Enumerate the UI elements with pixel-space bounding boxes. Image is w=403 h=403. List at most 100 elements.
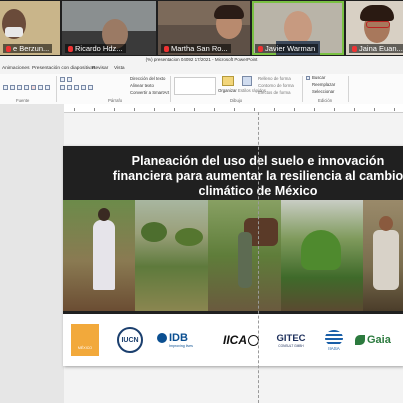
ribbon-toolbar: Fuente Dirección del texto Alinear texto… [0,74,403,105]
font-color-icon[interactable] [31,85,36,90]
underline-icon[interactable] [17,85,22,90]
shape-outline-button[interactable]: Contorno de forma [258,83,294,88]
window-title-bar: (%) presentacion 04092 17/2021 - Microso… [0,56,403,64]
tab-slideshow[interactable]: Presentación con diapositivas [32,66,95,71]
horizontal-ruler [64,104,403,113]
logo-gitec: GITEC CONSULT GMBH [271,324,311,356]
tab-view[interactable]: Vista [114,66,125,71]
group-drawing-label: Dibujo [230,98,243,103]
find-button[interactable]: Buscar [312,75,325,80]
participant-tile-3[interactable]: Martha San Ro... [158,1,250,55]
logo-gaia-text: Gaia [367,334,391,346]
select-button[interactable]: Seleccionar [312,89,334,94]
photo-woman-field[interactable] [63,200,135,311]
mic-muted-icon [352,46,357,53]
face-mask [5,27,23,37]
logo-idb: IDB Improving lives [157,324,209,356]
shape-fill-button[interactable]: Relleno de forma [258,76,291,81]
align-text-button[interactable]: Alinear texto [130,83,154,88]
group-paragraph-label: Párrafo [108,98,123,103]
tree-shape [141,222,167,242]
participant-name: Ricardo Hdz... [65,44,126,53]
align-left-icon[interactable] [60,85,65,90]
quick-styles-icon[interactable] [242,76,252,86]
replace-button[interactable]: Reemplazar [312,82,335,87]
ribbon-separator [348,76,349,102]
align-center-icon[interactable] [67,85,72,90]
shadow-icon[interactable] [45,85,50,90]
hair-shape [214,5,244,19]
italic-icon[interactable] [10,85,15,90]
participant-name: Javier Warman [255,44,319,53]
columns-icon[interactable] [88,85,93,90]
font-size-icon[interactable] [38,85,43,90]
logo-idb-tagline: Improving lives [169,344,193,348]
iiasa-mark-icon [325,329,343,346]
ribbon-separator [56,76,57,102]
find-icon[interactable] [306,76,310,80]
tab-review[interactable]: Revisar [92,66,108,71]
smartart-button[interactable]: Convertir a SmartArt [130,90,169,95]
logo-iica: IICA [219,324,263,356]
bold-icon[interactable] [3,85,8,90]
logo-iucn: IUCN [116,324,144,356]
shape-effects-button[interactable]: Efectos de forma [258,90,290,95]
logo-gitec-text: GITEC [276,332,306,344]
mic-muted-icon [258,46,263,53]
arrange-icon[interactable] [222,76,234,86]
photo-farmer[interactable] [363,200,403,311]
idb-mark-icon [157,333,167,343]
text-direction-button[interactable]: Dirección del texto [130,76,165,81]
justify-icon[interactable] [81,85,86,90]
tree-shape [175,228,203,246]
ribbon-separator [302,76,303,102]
logo-idb-text: IDB [169,332,188,344]
partner-logos-bar: MÉXICO IUCN IDB Improving lives IICA GIT… [63,314,403,366]
group-font-label: Fuente [16,98,30,103]
person-head [98,208,110,221]
participant-name: Jaina Euan... [349,44,403,53]
group-editing-label: Edición [318,98,333,103]
logo-gaia: Gaia [355,324,401,356]
participant-name: Martha San Ro... [161,44,231,53]
person-figure [238,232,252,288]
window-title: (%) presentacion 04092 17/2021 - Microso… [145,57,258,62]
logo-mexico-text: MÉXICO [77,346,93,350]
hair-shape [360,5,394,21]
ribbon-separator [170,76,171,102]
participant-tile-2[interactable]: Ricardo Hdz... [62,1,156,55]
slide-canvas[interactable]: Planeación del uso del suelo e innovació… [63,146,403,366]
arrange-button[interactable]: Organizar [218,88,237,93]
logo-iiasa: IIASA [321,324,347,356]
strikethrough-icon[interactable] [24,85,29,90]
numbering-icon[interactable] [67,77,72,82]
participant-name: e Berzun... [3,44,53,53]
tab-animations[interactable]: Animaciones [2,66,29,71]
mic-muted-icon [164,46,169,53]
slide-thumbnail-pane[interactable] [0,104,64,403]
participant-tile-1[interactable]: e Berzun... [0,1,60,55]
photo-forest[interactable] [281,200,363,311]
gaia-leaf-icon [355,335,365,345]
person-figure [93,220,115,290]
logo-mexico-government: MÉXICO [71,324,99,356]
participant-tile-5[interactable]: Jaina Euan... [346,1,403,55]
logo-iiasa-text: IIASA [328,345,340,351]
photo-shrubland[interactable] [135,200,208,311]
glasses-shape [366,21,390,28]
shapes-gallery[interactable] [174,77,216,95]
logo-gitec-tagline: CONSULT GMBH [278,343,304,348]
slide-title[interactable]: Planeación del uso del suelo e innovació… [93,154,403,199]
person-figure [373,230,399,290]
photo-man-with-horse[interactable] [208,200,281,311]
mic-muted-icon [6,46,11,53]
slide-guide-vertical [258,112,259,403]
person-head [379,216,393,231]
banana-plant-shape [301,230,341,270]
logo-iica-text: IICA [223,333,247,347]
video-call-strip: e Berzun... Ricardo Hdz... Martha San Ro… [0,0,403,56]
participant-tile-4-active-speaker[interactable]: Javier Warman [252,1,344,55]
align-right-icon[interactable] [74,85,79,90]
bullets-icon[interactable] [60,77,65,82]
logo-iucn-text: IUCN [121,336,139,344]
